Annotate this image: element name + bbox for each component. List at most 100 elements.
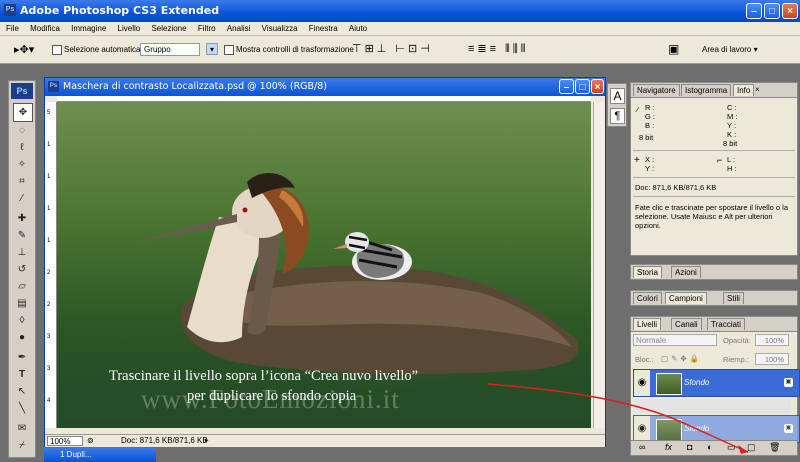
- opacity-label: Opacità:: [723, 336, 751, 345]
- notes-tool-icon[interactable]: ✉: [13, 420, 31, 437]
- ruler-tick: 1: [47, 238, 51, 244]
- vertical-scrollbar[interactable]: [593, 102, 604, 428]
- layer-style-icon[interactable]: fx: [665, 442, 672, 452]
- pen-tool-icon[interactable]: ✒: [13, 349, 31, 366]
- close-tab-icon[interactable]: ×: [755, 85, 760, 94]
- align-buttons[interactable]: ⊤⊞⊥ ⊢⊡⊣: [352, 42, 433, 55]
- swatches-panel: Colori Campioni Stili: [630, 290, 798, 306]
- transform-controls-checkbox[interactable]: [224, 45, 234, 55]
- tab-navigatore[interactable]: Navigatore: [633, 84, 680, 96]
- distribute-buttons[interactable]: ≡≣≡ ⫴⫼⫴: [468, 42, 528, 56]
- line-tool-icon[interactable]: ╲: [13, 400, 31, 417]
- zoom-field[interactable]: 100%: [47, 436, 83, 446]
- tab-istogramma[interactable]: Istogramma: [681, 84, 732, 96]
- path-selection-tool-icon[interactable]: ↖: [13, 383, 31, 400]
- menu-aiuto[interactable]: Aiuto: [349, 22, 367, 36]
- eraser-tool-icon[interactable]: ▱: [13, 278, 31, 295]
- menu-filtro[interactable]: Filtro: [198, 22, 216, 36]
- move-tool-preset-icon[interactable]: ▸✥▾: [14, 43, 34, 56]
- tab-livelli[interactable]: Livelli: [633, 318, 662, 330]
- new-group-icon[interactable]: ▭: [727, 442, 736, 453]
- workspace-menu[interactable]: Area di lavoro ▾: [702, 45, 758, 54]
- lock-icons[interactable]: ▢✎✥🔒: [661, 354, 702, 363]
- healing-brush-tool-icon[interactable]: ✚: [13, 210, 31, 227]
- fill-label: Riemp.:: [723, 355, 749, 364]
- history-brush-tool-icon[interactable]: ↺: [13, 261, 31, 278]
- tab-storia[interactable]: Storia: [633, 266, 662, 278]
- tab-azioni[interactable]: Azioni: [671, 266, 701, 278]
- magic-wand-tool-icon[interactable]: ✧: [13, 156, 31, 173]
- auto-select-label: Selezione automatica:: [64, 45, 143, 54]
- menu-visualizza[interactable]: Visualizza: [262, 22, 298, 36]
- blend-mode-dropdown[interactable]: Normale: [633, 334, 717, 346]
- status-menu-icon[interactable]: ⊚: [87, 436, 94, 445]
- paragraph-panel-icon[interactable]: ¶: [610, 108, 625, 124]
- info-panel-tabs: Navigatore Istogramma Info ×: [631, 83, 797, 98]
- link-layers-icon[interactable]: ∞: [639, 442, 645, 452]
- adjustment-layer-icon[interactable]: ◐: [707, 442, 712, 452]
- document-title-bar[interactable]: Ps Maschera di contrasto Localizzata.psd…: [45, 78, 605, 96]
- minimized-document[interactable]: 1 Dupli...: [44, 448, 156, 462]
- layer-mask-icon[interactable]: ◘: [687, 442, 692, 452]
- ruler-tick: 2: [47, 270, 51, 276]
- gradient-tool-icon[interactable]: ▤: [13, 295, 31, 312]
- document-title: Maschera di contrasto Localizzata.psd @ …: [63, 81, 327, 92]
- doc-close-button[interactable]: ×: [591, 79, 604, 94]
- move-tool-icon[interactable]: ✥: [13, 103, 33, 122]
- workspace-label: Area di lavoro: [702, 45, 752, 54]
- ruler-tick: 1: [47, 142, 51, 148]
- fill-field[interactable]: 100%: [755, 353, 789, 365]
- eye-icon[interactable]: ◉: [634, 416, 650, 442]
- tab-info[interactable]: Info: [733, 84, 755, 96]
- dodge-tool-icon[interactable]: ●: [13, 329, 31, 346]
- c-label: C :: [727, 103, 737, 112]
- lasso-tool-icon[interactable]: ℓ: [13, 139, 31, 156]
- type-tool-icon[interactable]: T: [13, 366, 31, 383]
- menu-immagine[interactable]: Immagine: [71, 22, 106, 36]
- opacity-field[interactable]: 100%: [755, 334, 789, 346]
- character-panel-icon[interactable]: A: [610, 88, 625, 104]
- marquee-tool-icon[interactable]: ◌: [13, 122, 31, 139]
- close-button[interactable]: ×: [782, 3, 798, 19]
- maximize-button[interactable]: □: [764, 3, 780, 19]
- bit-depth-2: 8 bit: [723, 139, 738, 148]
- clone-stamp-tool-icon[interactable]: ⊥: [13, 244, 31, 261]
- blend-mode-value: Normale: [636, 336, 667, 345]
- eyedropper-tool-icon[interactable]: ⌿: [13, 437, 31, 454]
- tab-tracciati[interactable]: Tracciati: [707, 318, 745, 330]
- menu-selezione[interactable]: Selezione: [151, 22, 186, 36]
- photoshop-logo-icon: Ps: [4, 4, 16, 16]
- crop-tool-icon[interactable]: ⌗: [13, 173, 31, 190]
- blur-tool-icon[interactable]: ◊: [13, 312, 31, 329]
- menu-modifica[interactable]: Modifica: [30, 22, 60, 36]
- tab-canali[interactable]: Canali: [671, 318, 702, 330]
- delete-layer-icon[interactable]: 🗑: [769, 442, 780, 453]
- doc-maximize-button[interactable]: □: [575, 79, 590, 94]
- layers-panel: Livelli Canali Tracciati Normale Opacità…: [630, 316, 800, 456]
- lock-label: Bloc.:: [635, 355, 654, 364]
- layer-name: Sfondo: [684, 378, 710, 387]
- workspace-icon[interactable]: ▣: [668, 42, 679, 56]
- photoshop-logo-icon: Ps: [11, 83, 33, 99]
- minimize-button[interactable]: –: [746, 3, 762, 19]
- tab-stili[interactable]: Stili: [723, 292, 744, 304]
- tab-colori[interactable]: Colori: [633, 292, 662, 304]
- chevron-down-icon[interactable]: ▾: [206, 43, 218, 55]
- menu-finestra[interactable]: Finestra: [309, 22, 338, 36]
- doc-minimize-button[interactable]: –: [559, 79, 574, 94]
- image-canvas[interactable]: Trascinare il livello sopra l’icona “Cre…: [57, 102, 591, 428]
- eye-icon[interactable]: ◉: [634, 370, 650, 396]
- layer-row-dragging[interactable]: ◉ Sfondo ▣: [633, 415, 800, 443]
- menu-analisi[interactable]: Analisi: [227, 22, 251, 36]
- layer-row[interactable]: ◉ Sfondo ▣: [633, 369, 800, 397]
- auto-select-checkbox[interactable]: [52, 45, 62, 55]
- brush-tool-icon[interactable]: ✎: [13, 227, 31, 244]
- status-arrow-icon[interactable]: ▸: [205, 436, 209, 444]
- auto-select-dropdown[interactable]: Gruppo: [140, 43, 200, 56]
- slice-tool-icon[interactable]: ⁄: [13, 190, 31, 207]
- menu-livello[interactable]: Livello: [118, 22, 141, 36]
- menu-file[interactable]: File: [6, 22, 19, 36]
- tab-campioni[interactable]: Campioni: [665, 292, 707, 304]
- new-layer-icon[interactable]: ▢: [747, 442, 756, 453]
- crosshair-icon: +: [634, 155, 640, 166]
